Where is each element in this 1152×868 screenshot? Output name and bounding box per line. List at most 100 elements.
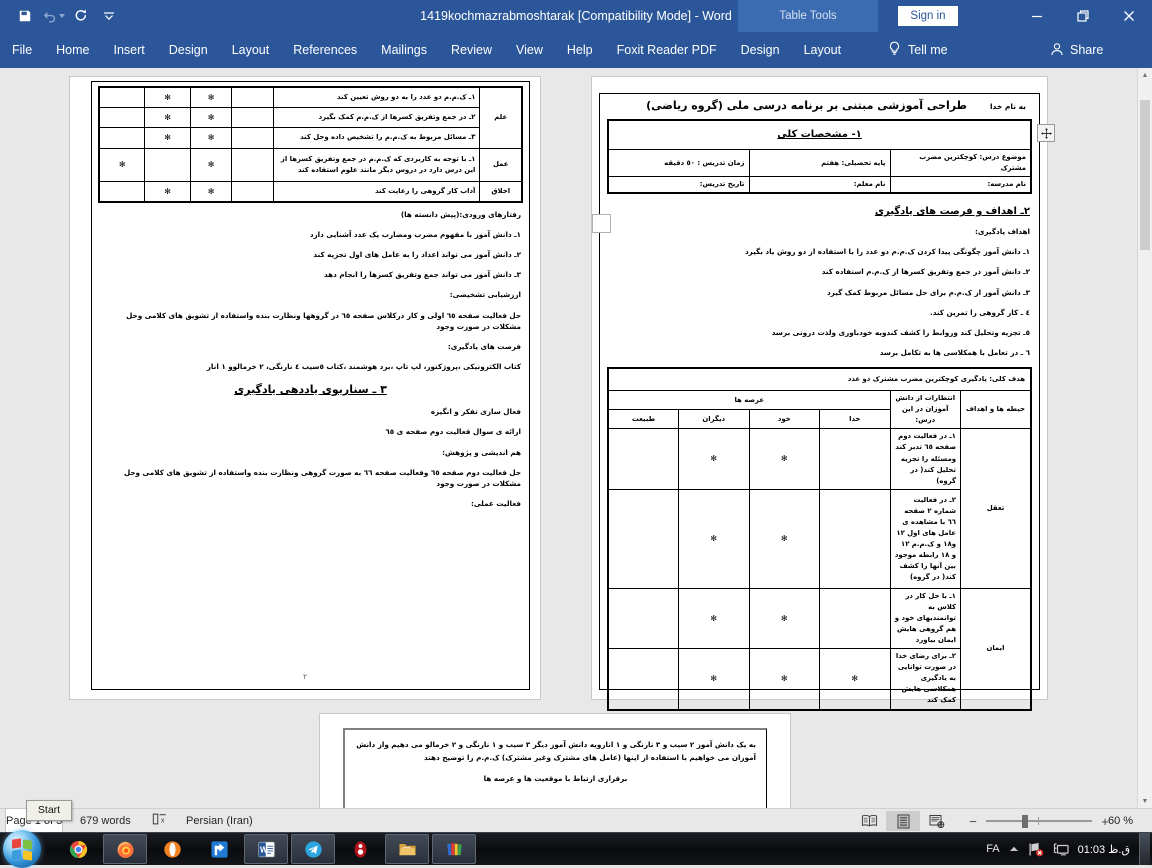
restore-button[interactable]	[1060, 0, 1106, 32]
table-row[interactable]: ٢ـ در جمع وتفریق کسرها از ک.م.م کمک بگیر…	[98, 107, 522, 129]
save-button[interactable]	[12, 3, 38, 29]
table-row[interactable]: اخلاق آداب کار گروهی را رعایت کند ✻ ✻	[98, 180, 523, 203]
tab-references[interactable]: References	[281, 32, 369, 68]
customize-quick-access-toolbar-button[interactable]	[96, 3, 122, 29]
table-row[interactable]: هدف کلی: یادگیری کوچکترین مضرب مشترک دو …	[607, 367, 1032, 392]
arena-digaran-cell: ✻	[678, 428, 750, 490]
tab-table-tools-layout[interactable]: Layout	[792, 32, 854, 68]
taskbar-item-winrar[interactable]	[432, 834, 476, 864]
taskbar-items: W	[56, 834, 476, 864]
zoom-slider[interactable]	[986, 814, 1092, 828]
tell-me-search[interactable]: Tell me	[888, 32, 948, 68]
scroll-down-arrow-icon[interactable]: ▼	[1138, 794, 1152, 808]
tab-table-tools-design[interactable]: Design	[729, 32, 792, 68]
table-row[interactable]: عمل ١ـ با توجه به کاربردی که ک.م.م در جم…	[98, 147, 523, 182]
close-button[interactable]	[1106, 0, 1152, 32]
tab-view[interactable]: View	[504, 32, 555, 68]
arena-khod-cell: ✻	[748, 588, 820, 650]
svg-text:W: W	[259, 845, 267, 854]
display-icon[interactable]	[1053, 842, 1069, 857]
read-mode-button[interactable]	[852, 811, 886, 831]
table-move-handle-icon[interactable]	[1037, 124, 1055, 142]
table-row[interactable]: موضوع درس: کوچکترین مضرب مشترک پایه تحصی…	[607, 148, 1032, 178]
document-page-bottom[interactable]: به یک دانش آموز ٢ سیب و ٣ نارنگی و ١ انا…	[320, 714, 790, 808]
document-canvas[interactable]: علم ١ـ ک.م.م دو عدد را به دو روش تعیین ک…	[0, 68, 1152, 808]
tab-review[interactable]: Review	[439, 32, 504, 68]
table-row[interactable]: علم ١ـ ک.م.م دو عدد را به دو روش تعیین ک…	[98, 86, 523, 149]
print-layout-button[interactable]	[886, 811, 920, 831]
minimize-button[interactable]	[1014, 0, 1060, 32]
taskbar-item-file-explorer[interactable]	[385, 834, 429, 864]
arena-tabiat-cell	[98, 107, 146, 129]
windows-taskbar: W FA 01:03 ق.ظ	[0, 830, 1152, 868]
document-page-right[interactable]: به نام خدا طراحی آموزشی مبتنی بر برنامه …	[592, 77, 1047, 711]
vertical-scrollbar[interactable]: ▲ ▼	[1137, 68, 1152, 808]
taskbar-item-idm[interactable]	[338, 834, 382, 864]
show-hidden-icons-chevron[interactable]	[1009, 845, 1019, 853]
zoom-slider-thumb[interactable]	[1022, 815, 1028, 828]
tab-insert[interactable]: Insert	[102, 32, 157, 68]
zoom-slider-tick	[1038, 817, 1039, 825]
competency-table-left[interactable]: علم ١ـ ک.م.م دو عدد را به دو روش تعیین ک…	[98, 86, 523, 203]
zoom-out-button[interactable]: −	[966, 814, 980, 828]
table-selection-anchor[interactable]	[592, 214, 611, 233]
col-header-arena-khoda: خدا	[819, 409, 891, 430]
table-row[interactable]: نام مدرسه: نام معلم: تاریخ تدریس:	[607, 176, 1032, 194]
sign-in-button[interactable]: Sign in	[898, 6, 958, 26]
scroll-up-arrow-icon[interactable]: ▲	[1138, 68, 1152, 82]
arena-digaran-cell: ✻	[144, 127, 191, 149]
share-button[interactable]: Share	[1050, 32, 1103, 68]
paragraph-example-problem: به یک دانش آموز ٢ سیب و ٣ نارنگی و ١ انا…	[356, 740, 756, 762]
tab-file[interactable]: File	[0, 32, 44, 68]
table-row[interactable]: حیطه ها و اهداف انتظارات از دانش آموزان …	[607, 390, 1032, 430]
zoom-control: − +	[966, 809, 1112, 833]
taskbar-item-firefox[interactable]	[103, 834, 147, 864]
start-button[interactable]	[3, 830, 41, 868]
system-tray: FA 01:03 ق.ظ	[986, 833, 1152, 865]
general-info-table[interactable]: ١- مشخصات کلی موضوع درس: کوچکترین مضرب م…	[607, 119, 1032, 195]
taskbar-item-opera[interactable]	[150, 834, 194, 864]
tab-layout[interactable]: Layout	[220, 32, 282, 68]
paragraph-entry-behavior-3: ٣ـ دانش آموز می تواند جمع وتفریق کسرها ر…	[324, 270, 521, 280]
col-header-arenas: عرصه ها	[607, 390, 891, 411]
teaching-duration-cell: زمان تدریس : ٥٠ دقیقه	[607, 148, 750, 178]
start-button-tooltip: Start	[26, 800, 72, 821]
language-indicator[interactable]: Persian (Iran)	[186, 809, 253, 833]
scrollbar-thumb[interactable]	[1140, 100, 1150, 250]
document-page-left[interactable]: علم ١ـ ک.م.م دو عدد را به دو روش تعیین ک…	[70, 77, 540, 699]
page-bottom-text-frame: به یک دانش آموز ٢ سیب و ٣ نارنگی و ١ انا…	[343, 728, 767, 808]
taskbar-item-telegram[interactable]	[291, 834, 335, 864]
tab-mailings[interactable]: Mailings	[369, 32, 439, 68]
tab-home[interactable]: Home	[44, 32, 101, 68]
table-row[interactable]: تعقل ١ـ در فعالیت دوم صفحه ٦٥ تدبر کند و…	[607, 428, 1032, 590]
taskbar-item-chrome[interactable]	[56, 834, 100, 864]
zoom-level-label[interactable]: 60 %	[1108, 809, 1133, 833]
web-layout-button[interactable]	[920, 811, 954, 831]
winrar-books-icon	[445, 840, 464, 859]
taskbar-item-share[interactable]	[197, 834, 241, 864]
arena-khoda-cell	[231, 107, 275, 129]
undo-button[interactable]	[40, 3, 66, 29]
proofing-errors-icon[interactable]: x	[152, 809, 168, 833]
arena-khod-cell: ✻	[189, 147, 233, 182]
taskbar-item-word[interactable]: W	[244, 834, 288, 864]
tab-foxit-reader-pdf[interactable]: Foxit Reader PDF	[605, 32, 729, 68]
taskbar-clock[interactable]: 01:03 ق.ظ	[1078, 843, 1130, 856]
redo-button[interactable]	[68, 3, 94, 29]
show-desktop-button[interactable]	[1139, 833, 1150, 865]
table-row[interactable]: ٣ـ مسائل مربوط به ک.م.م را تشخیص داده وح…	[98, 127, 522, 149]
quick-access-toolbar	[12, 0, 122, 32]
arena-tabiat-cell	[98, 86, 146, 109]
arena-khoda-cell	[231, 147, 275, 182]
word-count[interactable]: 679 words	[80, 809, 131, 833]
network-disconnected-icon[interactable]	[1028, 842, 1044, 857]
paragraph-entry-behavior-1: ١ـ دانش آموز با مفهوم مضرب ومضارب یک عدد…	[309, 230, 521, 239]
domain-cell: علم	[479, 86, 523, 149]
tray-language-indicator[interactable]: FA	[986, 843, 999, 855]
table-row[interactable]: ایمان ١ـ با حل کار در کلاس به توانمندیها…	[607, 588, 1032, 710]
table-row[interactable]: ١- مشخصات کلی	[607, 119, 1032, 150]
tab-design[interactable]: Design	[157, 32, 220, 68]
tab-help[interactable]: Help	[555, 32, 605, 68]
goals-competency-table[interactable]: هدف کلی: یادگیری کوچکترین مضرب مشترک دو …	[607, 367, 1032, 711]
arena-khod-cell: ✻	[189, 107, 233, 129]
